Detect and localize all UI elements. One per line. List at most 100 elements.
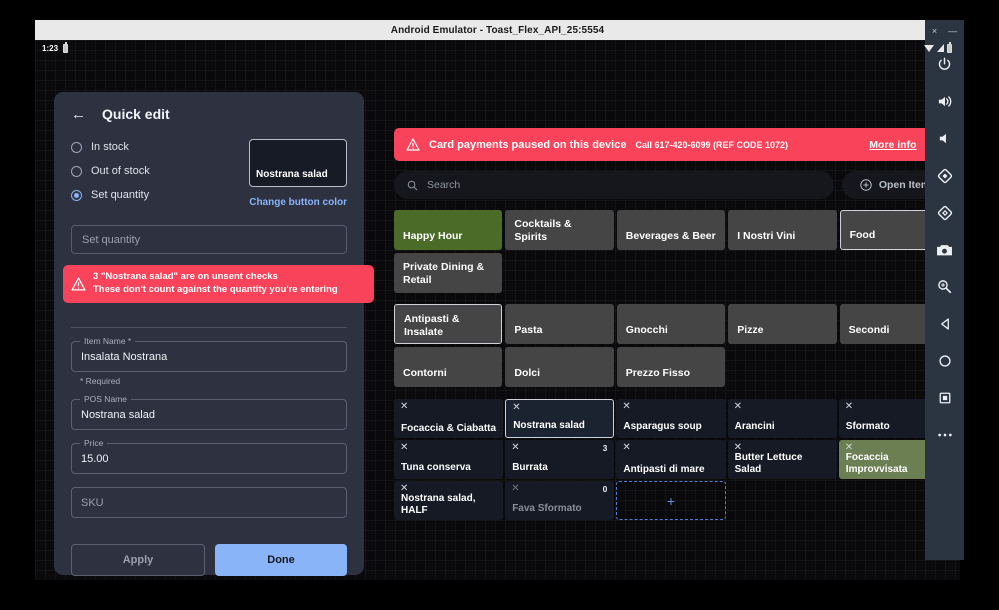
done-button[interactable]: Done [215, 544, 347, 576]
quick-edit-header: ← Quick edit [71, 106, 347, 122]
secondary-category-group: Antipasti & InsalatePastaGnocchiPizzeSec… [394, 304, 948, 387]
category-tile-i-nostri-vini[interactable]: I Nostri Vini [728, 210, 836, 250]
unsent-checks-alert: 3 "Nostrana salad" are on unsent checks … [63, 265, 374, 303]
volume-down-icon[interactable] [925, 120, 964, 157]
more-info-label: More info [869, 139, 916, 151]
back-icon[interactable] [925, 305, 964, 342]
item-name-label: Asparagus soup [623, 421, 719, 433]
apply-button[interactable]: Apply [71, 544, 205, 576]
out-of-stock-x-icon[interactable]: ✕ [400, 443, 408, 453]
stock-option-set-quantity[interactable]: Set quantity [71, 189, 249, 201]
posname-field-value: Nostrana salad [81, 409, 155, 421]
android-status-bar: 1:23 [35, 40, 960, 56]
sku-field[interactable]: SKU [71, 487, 347, 518]
stock-option-list: In stock Out of stock Set quantity [71, 139, 249, 213]
category-tile-cocktails-spirits[interactable]: Cocktails & Spirits [505, 210, 613, 250]
category-tile-pasta[interactable]: Pasta [505, 304, 613, 344]
unsent-checks-line1: 3 "Nostrana salad" are on unsent checks [93, 271, 338, 284]
quick-edit-fields: Item Name *Insalata Nostrana * Required PO… [71, 341, 347, 518]
quick-edit-panel: ← Quick edit In stock Out of stock Set qua… [54, 92, 364, 575]
category-label: I Nostri Vini [737, 230, 795, 243]
category-label: Beverages & Beer [626, 230, 716, 243]
category-label: Gnocchi [626, 324, 668, 337]
category-label: Prezzo Fisso [626, 367, 690, 380]
menu-item-tile-focaccia-ciabatta[interactable]: ✕ Focaccia & Ciabatta [394, 399, 503, 438]
category-tile-dolci[interactable]: Dolci [505, 347, 613, 387]
primary-category-group: Happy Hour Cocktails & Spirits Beverages &… [394, 210, 948, 293]
category-tile-happy-hour[interactable]: Happy Hour [394, 210, 502, 250]
set-quantity-input[interactable]: Set quantity [71, 225, 347, 254]
item-name-label: Antipasti di mare [623, 464, 719, 476]
radio-icon [71, 142, 82, 153]
item-name-label: Nostrana salad [513, 420, 607, 432]
required-note: * Required [80, 376, 347, 386]
panel-title: Quick edit [102, 106, 170, 122]
menu-item-tile-asparagus-soup[interactable]: ✕ Asparagus soup [616, 399, 725, 438]
menu-item-tile-butter-lettuce-salad[interactable]: ✕Butter Lettuce Salad [728, 440, 837, 479]
search-input[interactable]: Search [394, 171, 834, 199]
battery-icon [947, 44, 952, 53]
panel-divider [71, 327, 347, 328]
menu-item-tile-arancini[interactable]: ✕Arancini [728, 399, 837, 438]
item-name-label: Focaccia & Ciabatta [401, 423, 497, 435]
stock-option-in-stock[interactable]: In stock [71, 141, 249, 153]
zoom-icon[interactable] [925, 268, 964, 305]
rotate-right-icon[interactable] [925, 194, 964, 231]
out-of-stock-x-icon[interactable]: ✕ [511, 484, 519, 494]
close-icon[interactable]: × [932, 27, 937, 36]
radio-icon [71, 166, 82, 177]
button-preview[interactable]: Nostrana salad [249, 139, 347, 187]
window-buttons: × — [925, 24, 964, 38]
category-tile-private-dining-retail[interactable]: Private Dining & Retail [394, 253, 502, 293]
more-icon[interactable] [925, 416, 964, 453]
category-tile-antipasti-insalate[interactable]: Antipasti & Insalate [394, 304, 502, 344]
stock-option-out-of-stock[interactable]: Out of stock [71, 165, 249, 177]
warning-triangle-icon [71, 277, 86, 291]
emulator-side-toolbar: × — [925, 20, 964, 560]
out-of-stock-x-icon[interactable]: ✕ [622, 402, 630, 412]
out-of-stock-x-icon[interactable]: ✕ [734, 402, 742, 412]
device-screen: 1:23 Card payments paus [35, 40, 960, 580]
category-tile-prezzo-fisso[interactable]: Prezzo Fisso [617, 347, 725, 387]
itemname-field[interactable]: Item Name *Insalata Nostrana [71, 341, 347, 372]
category-label: Dolci [514, 367, 540, 380]
posname-field-label: POS Name [80, 394, 131, 404]
volume-up-icon[interactable] [925, 83, 964, 120]
price-field-label: Price [80, 438, 107, 448]
back-arrow-icon[interactable]: ← [71, 107, 86, 122]
out-of-stock-x-icon[interactable]: ✕ [400, 402, 408, 412]
category-tile-contorni[interactable]: Contorni [394, 347, 502, 387]
search-icon [407, 180, 418, 191]
category-tile-pizze[interactable]: Pizze [728, 304, 836, 344]
menu-item-tile-nostrana-salad[interactable]: ✕ Nostrana salad [505, 399, 614, 438]
main-content: Card payments paused on this device Call… [382, 56, 960, 548]
secondary-category-grid: Antipasti & InsalatePastaGnocchiPizzeSec… [394, 304, 948, 387]
menu-item-tile-tuna-conserva[interactable]: ✕Tuna conserva [394, 440, 503, 479]
posname-field[interactable]: POS NameNostrana salad [71, 399, 347, 430]
menu-item-tile-fava-sformato[interactable]: ✕ 0 Fava Sformato [505, 481, 614, 520]
minimize-icon[interactable]: — [948, 27, 957, 36]
menu-item-tile-antipasti-di-mare[interactable]: ✕ Antipasti di mare [616, 440, 725, 479]
screenshot-camera-icon[interactable] [925, 231, 964, 268]
category-tile-beverages-beer[interactable]: Beverages & Beer [617, 210, 725, 250]
out-of-stock-x-icon[interactable]: ✕ [512, 403, 520, 413]
stock-and-preview-row: In stock Out of stock Set quantity Nostran… [71, 139, 347, 213]
rotate-left-icon[interactable] [925, 157, 964, 194]
home-icon[interactable] [925, 342, 964, 379]
category-label: Cocktails & Spirits [514, 218, 604, 244]
change-button-color-link[interactable]: Change button color [249, 197, 347, 208]
category-tile-gnocchi[interactable]: Gnocchi [617, 304, 725, 344]
alert-subtitle: Call 617-420-6099 (REF CODE 1072) [635, 140, 788, 150]
add-item-button[interactable]: + [616, 481, 725, 520]
out-of-stock-x-icon[interactable]: ✕ [511, 443, 519, 453]
unsent-checks-line2: These don't count against the quantity y… [93, 284, 338, 297]
menu-item-tile-nostrana-salad-half[interactable]: ✕Nostrana salad, HALF [394, 481, 503, 520]
item-quantity-badge: 0 [603, 484, 608, 494]
out-of-stock-x-icon[interactable]: ✕ [845, 402, 853, 412]
menu-item-tile-burrata[interactable]: ✕3Burrata [505, 440, 614, 479]
category-label: Happy Hour [403, 230, 463, 243]
overview-icon[interactable] [925, 379, 964, 416]
out-of-stock-x-icon[interactable]: ✕ [622, 443, 630, 453]
price-field[interactable]: Price15.00 [71, 443, 347, 474]
item-name-label: Fava Sformato [512, 503, 608, 515]
